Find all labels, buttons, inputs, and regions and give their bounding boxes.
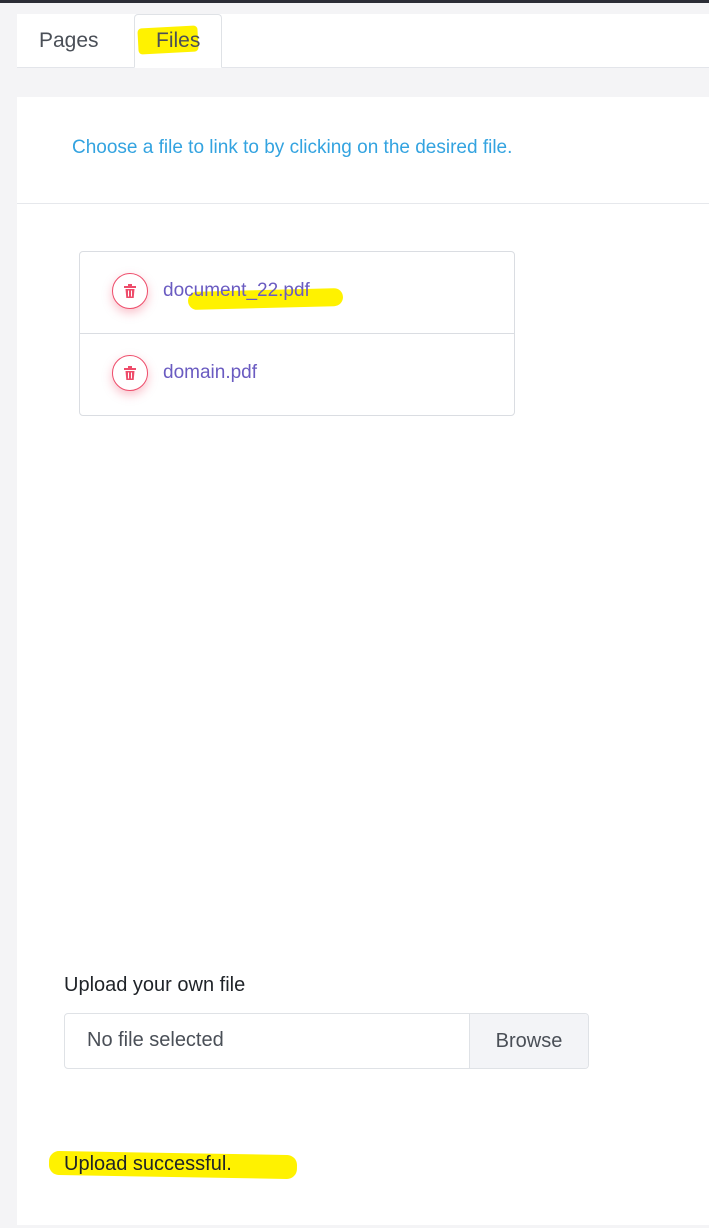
list-item: document_22.pdf — [80, 252, 514, 334]
trash-icon — [124, 284, 136, 298]
upload-label: Upload your own file — [64, 974, 246, 996]
file-list: document_22.pdf domain.pdf — [79, 251, 515, 416]
delete-file-button[interactable] — [112, 273, 148, 309]
trash-icon — [124, 366, 136, 380]
tab-pages[interactable]: Pages — [39, 14, 99, 67]
file-link[interactable]: document_22.pdf — [163, 280, 310, 302]
hint-text: Choose a file to link to by clicking on … — [72, 137, 513, 158]
file-link[interactable]: domain.pdf — [163, 362, 257, 384]
file-upload-group[interactable]: No file selected Browse — [64, 1013, 589, 1069]
tab-files-label[interactable]: Files — [156, 14, 200, 67]
list-item: domain.pdf — [80, 334, 514, 415]
files-panel: Choose a file to link to by clicking on … — [17, 97, 709, 1225]
file-input-text[interactable]: No file selected — [87, 1029, 224, 1052]
browse-button[interactable]: Browse — [469, 1014, 588, 1068]
upload-status-message: Upload successful. — [64, 1153, 232, 1175]
delete-file-button[interactable] — [112, 355, 148, 391]
tab-bar: Pages — [17, 14, 709, 68]
divider — [17, 203, 709, 204]
top-bar — [0, 0, 709, 3]
